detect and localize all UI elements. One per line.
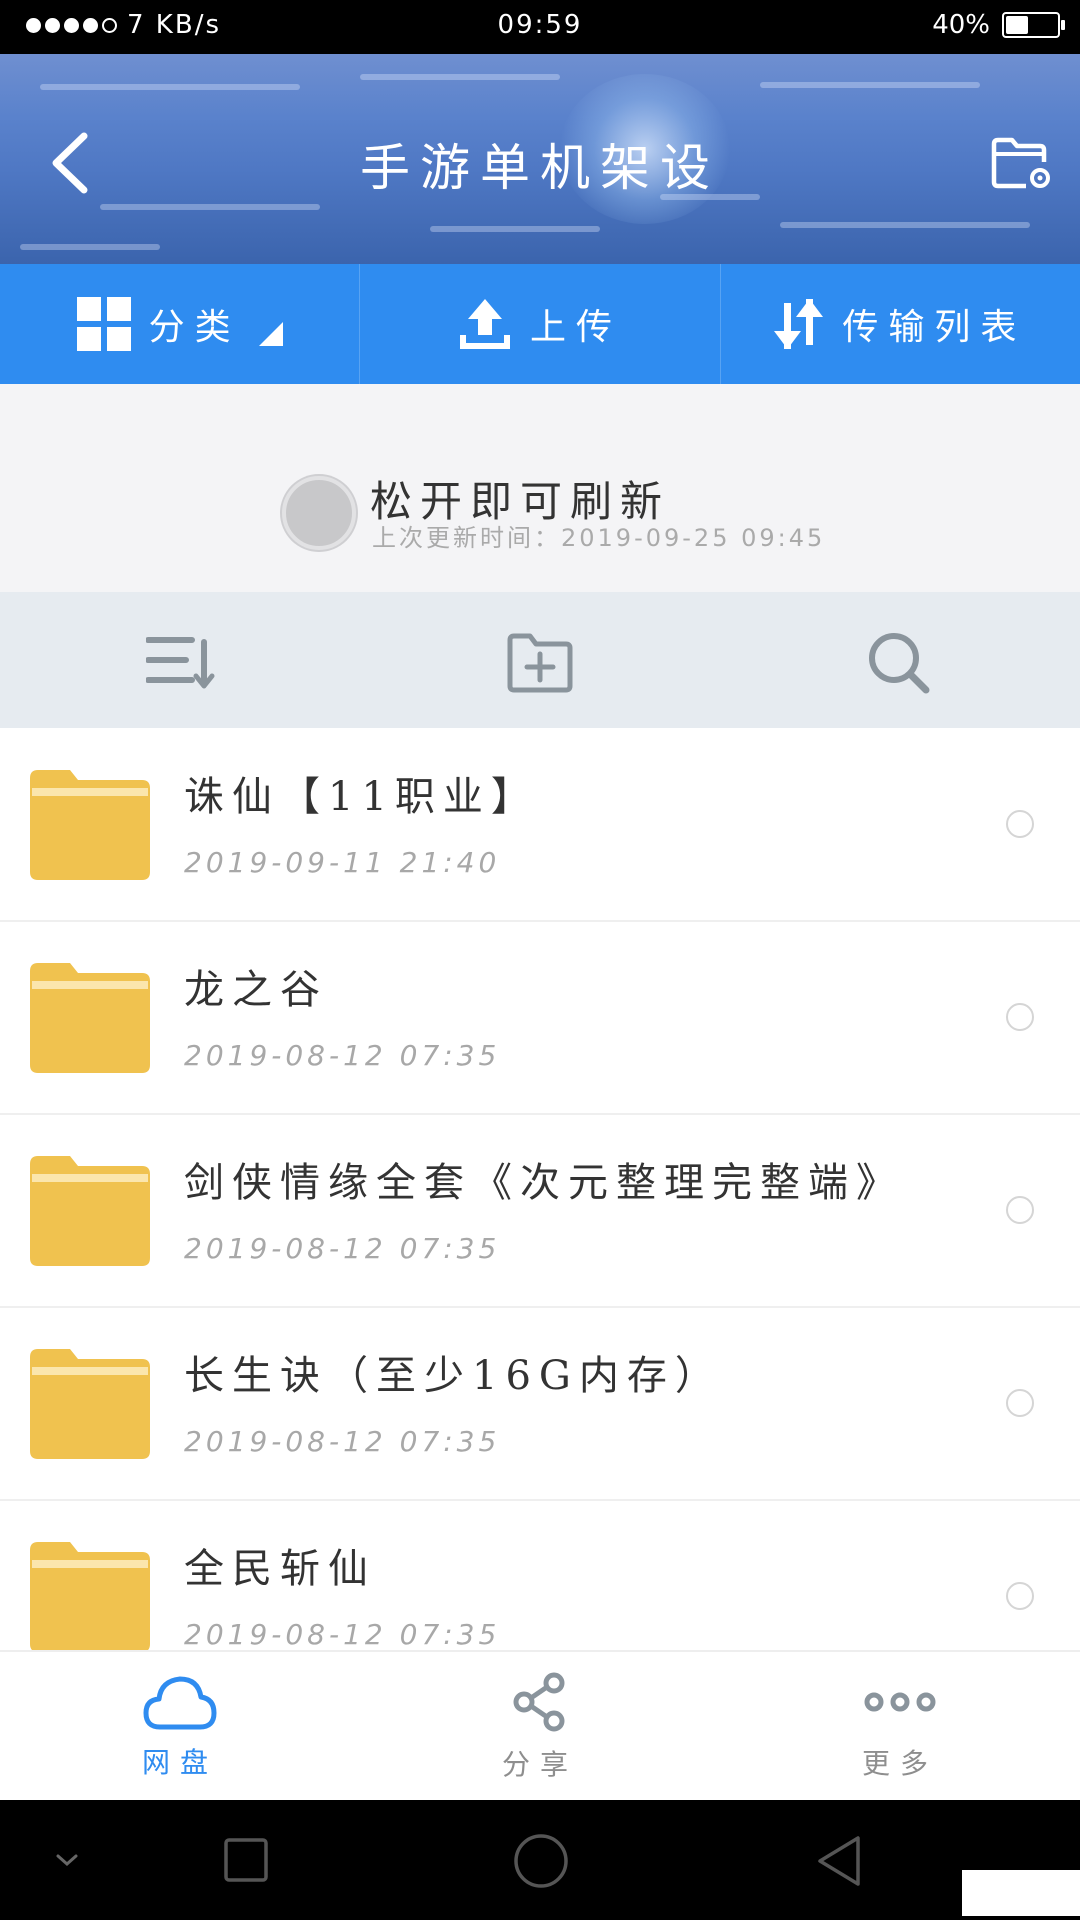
file-date: 2019-08-12 07:35: [184, 1039, 501, 1072]
select-checkbox[interactable]: [1006, 1196, 1034, 1224]
back-nav-icon[interactable]: [814, 1834, 866, 1888]
list-toolbar: [0, 592, 1080, 728]
battery-icon: [1002, 12, 1065, 38]
file-date: 2019-08-12 07:35: [184, 1618, 501, 1650]
select-checkbox[interactable]: [1006, 1582, 1034, 1610]
select-checkbox[interactable]: [1006, 810, 1034, 838]
transfer-icon: [774, 299, 824, 349]
list-item[interactable]: 剑侠情缘全套《次元整理完整端》 2019-08-12 07:35: [0, 1114, 1080, 1308]
file-name: 龙之谷: [184, 967, 328, 1013]
folder-icon: [30, 1349, 150, 1459]
folder-header: 手游单机架设: [0, 54, 1080, 264]
bottom-nav: 网盘 分享 更多: [0, 1650, 1080, 1802]
tab-upload[interactable]: 上传: [360, 264, 721, 384]
file-name: 全民斩仙: [184, 1546, 376, 1592]
collapse-icon[interactable]: [54, 1852, 80, 1870]
nav-more-label: 更多: [861, 1747, 938, 1780]
tab-category[interactable]: 分类: [0, 264, 361, 384]
grid-icon: [76, 297, 131, 351]
nav-cloud-drive[interactable]: 网盘: [0, 1652, 360, 1802]
status-bar: 7 KB/s 09:59 40%: [0, 0, 1080, 54]
status-right: 40%: [932, 10, 1065, 40]
folder-settings-icon[interactable]: [990, 132, 1052, 192]
file-date: 2019-08-12 07:35: [184, 1232, 501, 1265]
file-list: 诛仙【11职业】 2019-09-11 21:40 龙之谷 2019-08-12…: [0, 728, 1080, 1650]
nav-more[interactable]: 更多: [720, 1652, 1080, 1802]
more-icon: [864, 1692, 936, 1712]
share-icon: [513, 1672, 565, 1732]
refresh-subtitle: 上次更新时间：2019-09-25 09:45: [372, 524, 826, 552]
folder-icon: [30, 963, 150, 1073]
tab-transfer-label: 传输列表: [842, 307, 1027, 348]
file-name: 长生诀（至少16G内存）: [184, 1353, 723, 1399]
battery-fill: [1006, 16, 1028, 34]
list-item[interactable]: 诛仙【11职业】 2019-09-11 21:40: [0, 728, 1080, 922]
add-folder-icon[interactable]: [504, 630, 578, 694]
folder-icon: [30, 1542, 150, 1650]
tab-category-label: 分类: [148, 307, 241, 348]
nav-share-label: 分享: [501, 1748, 578, 1781]
home-icon[interactable]: [512, 1832, 570, 1890]
recent-apps-icon[interactable]: [222, 1836, 270, 1884]
overlay-block: [962, 1870, 1080, 1916]
upload-icon: [459, 299, 510, 349]
file-date: 2019-08-12 07:35: [184, 1425, 501, 1458]
nav-share[interactable]: 分享: [360, 1652, 720, 1802]
select-checkbox[interactable]: [1006, 1389, 1034, 1417]
status-time: 09:59: [497, 10, 583, 40]
folder-icon: [30, 770, 150, 880]
tab-upload-label: 上传: [529, 307, 622, 348]
refresh-indicator-icon: [282, 476, 356, 550]
nav-cloud-label: 网盘: [141, 1746, 218, 1779]
search-icon[interactable]: [864, 630, 938, 694]
system-nav-bar: [0, 1800, 1080, 1920]
file-name: 诛仙【11职业】: [184, 774, 539, 820]
tab-transfer-list[interactable]: 传输列表: [721, 264, 1080, 384]
folder-icon: [30, 1156, 150, 1266]
sort-icon[interactable]: [146, 630, 220, 694]
page-title: 手游单机架设: [360, 139, 720, 197]
list-item[interactable]: 长生诀（至少16G内存） 2019-08-12 07:35: [0, 1307, 1080, 1501]
battery-percent: 40%: [932, 10, 990, 40]
action-tabs: 分类 上传 传输列表: [0, 264, 1080, 384]
file-date: 2019-09-11 21:40: [184, 846, 501, 879]
dropdown-triangle-icon: [258, 322, 283, 346]
app-screen: 7 KB/s 09:59 40% 手游单机架设 分类 上传 传输列表 松开即可刷…: [0, 0, 1080, 1920]
pull-to-refresh: 松开即可刷新 上次更新时间：2019-09-25 09:45: [0, 384, 1080, 592]
file-name: 剑侠情缘全套《次元整理完整端》: [184, 1160, 904, 1206]
select-checkbox[interactable]: [1006, 1003, 1034, 1031]
cloud-icon: [143, 1676, 217, 1730]
list-item[interactable]: 龙之谷 2019-08-12 07:35: [0, 921, 1080, 1115]
list-item[interactable]: 全民斩仙 2019-08-12 07:35: [0, 1500, 1080, 1650]
